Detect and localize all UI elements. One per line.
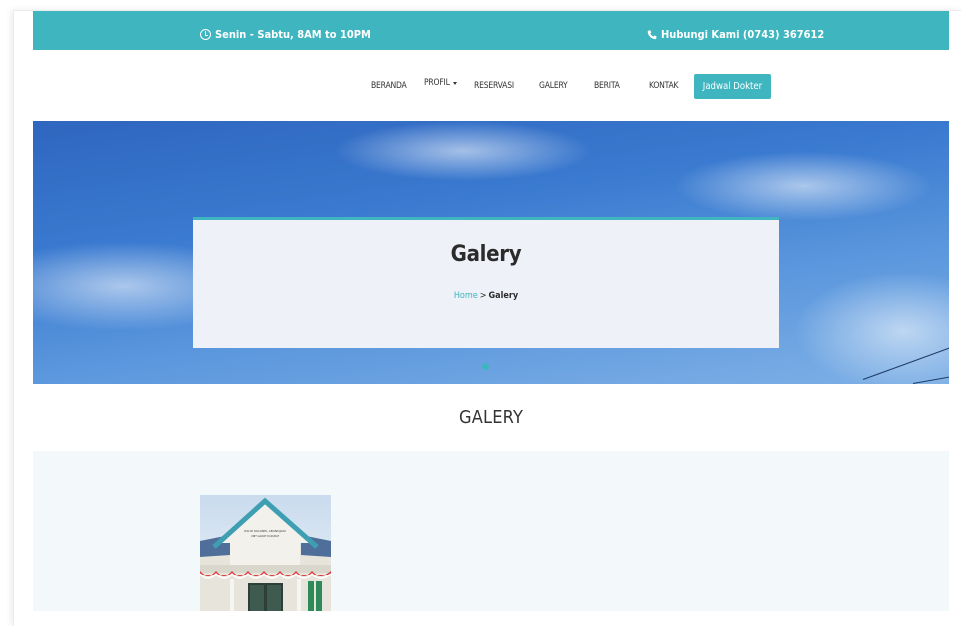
top-info-bar: Senin - Sabtu, 8AM to 10PM Hubungi Kami … — [33, 11, 949, 50]
contact-phone[interactable]: Hubungi Kami (0743) 367612 — [647, 28, 824, 41]
main-navigation: BERANDA PROFIL RESERVASI GALERY BERITA K… — [33, 50, 949, 121]
hero-cloud — [333, 121, 593, 181]
nav-kontak[interactable]: KONTAK — [649, 81, 679, 91]
hero-cloud — [673, 151, 933, 221]
jadwal-dokter-button[interactable]: Jadwal Dokter — [694, 74, 771, 99]
slider-dot[interactable] — [482, 363, 489, 370]
opening-hours: Senin - Sabtu, 8AM to 10PM — [200, 28, 371, 41]
clock-icon — [200, 29, 211, 40]
gallery-photo-thumbnail[interactable]: RSUD KOLONEL ABUNDJANI UNIT GAWAT DARURA… — [200, 495, 331, 611]
page-title: Galery — [450, 242, 522, 267]
breadcrumb: Home > Galery — [193, 291, 779, 301]
building-sign-subtext: UNIT GAWAT DARURAT — [251, 534, 280, 538]
hero-cloud — [793, 271, 949, 384]
building-sign-text: RSUD KOLONEL ABUNDJANI — [244, 529, 285, 533]
nav-reservasi[interactable]: RESERVASI — [474, 81, 514, 91]
page-header-card: Galery Home > Galery — [193, 217, 779, 348]
nav-beranda[interactable]: BERANDA — [371, 81, 407, 91]
nav-berita[interactable]: BERITA — [594, 81, 620, 91]
hero-banner: Galery Home > Galery — [33, 121, 949, 384]
nav-galery[interactable]: GALERY — [539, 81, 568, 91]
breadcrumb-separator: > — [479, 291, 487, 301]
contact-phone-text: Hubungi Kami (0743) 367612 — [661, 28, 825, 41]
hospital-building-photo: RSUD KOLONEL ABUNDJANI UNIT GAWAT DARURA… — [200, 495, 331, 611]
browser-viewport: Senin - Sabtu, 8AM to 10PM Hubungi Kami … — [13, 10, 961, 626]
phone-icon — [647, 30, 657, 40]
breadcrumb-current: Galery — [488, 291, 519, 301]
gallery-section — [33, 451, 949, 611]
section-title: GALERY — [458, 407, 524, 428]
page: Senin - Sabtu, 8AM to 10PM Hubungi Kami … — [33, 11, 949, 611]
opening-hours-text: Senin - Sabtu, 8AM to 10PM — [215, 28, 371, 41]
caret-down-icon — [452, 81, 457, 85]
breadcrumb-home-link[interactable]: Home — [454, 291, 478, 301]
nav-profil-label: PROFIL — [424, 78, 450, 88]
nav-profil-dropdown[interactable]: PROFIL — [424, 78, 457, 88]
